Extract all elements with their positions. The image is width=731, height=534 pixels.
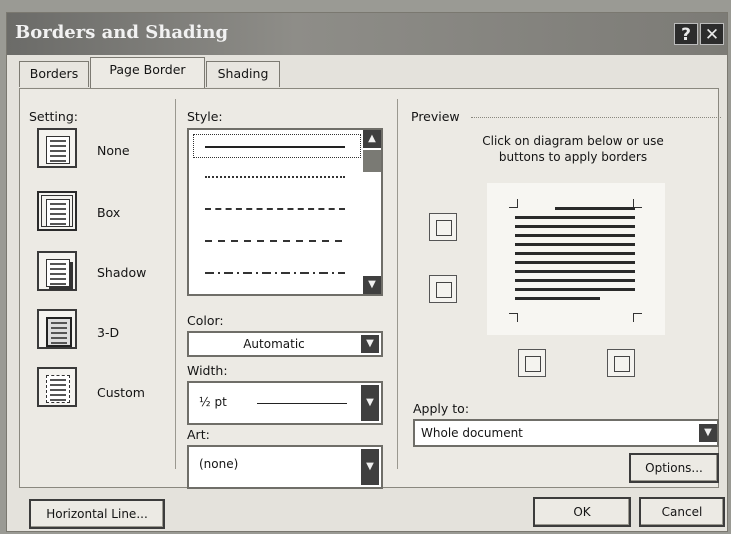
cancel-button[interactable]: Cancel: [639, 497, 725, 527]
apply-to-value: Whole document: [421, 426, 523, 440]
horizontal-line-button[interactable]: Horizontal Line...: [29, 499, 165, 529]
style-dash-dot[interactable]: [205, 272, 345, 274]
width-value: ½ pt: [199, 395, 227, 409]
chevron-down-icon[interactable]: ▼: [699, 424, 717, 442]
options-button[interactable]: Options...: [629, 453, 719, 483]
bottom-border-button[interactable]: [429, 275, 457, 303]
style-dashed-dense[interactable]: [205, 208, 345, 210]
width-dropdown[interactable]: ½ pt ▼: [187, 381, 383, 425]
chevron-down-icon[interactable]: ▼: [361, 449, 379, 485]
setting-custom-label[interactable]: Custom: [97, 385, 145, 400]
setting-label: Setting:: [29, 109, 78, 124]
setting-box-icon[interactable]: [37, 191, 77, 231]
preview-instruction: Click on diagram below or use buttons to…: [482, 134, 664, 164]
scroll-down-arrow[interactable]: ▼: [363, 276, 381, 294]
art-label: Art:: [187, 427, 210, 442]
setting-shadow-label[interactable]: Shadow: [97, 265, 146, 280]
chevron-down-icon[interactable]: ▼: [361, 385, 379, 421]
tab-page-border[interactable]: Page Border: [90, 57, 205, 89]
preview-separator: [471, 117, 721, 118]
width-sample-line: [257, 403, 347, 404]
dialog-title: Borders and Shading: [15, 22, 229, 43]
setting-3d-icon[interactable]: [37, 309, 77, 349]
help-button[interactable]: ?: [674, 23, 698, 45]
chevron-down-icon[interactable]: ▼: [361, 335, 379, 353]
preview-label: Preview: [411, 109, 460, 124]
close-button[interactable]: ✕: [700, 23, 724, 45]
art-value: (none): [199, 457, 239, 471]
column-divider: [175, 99, 176, 469]
setting-box-label[interactable]: Box: [97, 205, 120, 220]
color-value: Automatic: [243, 337, 305, 351]
apply-to-dropdown[interactable]: Whole document ▼: [413, 419, 719, 447]
color-label: Color:: [187, 313, 224, 328]
art-dropdown[interactable]: (none) ▼: [187, 445, 383, 489]
setting-shadow-icon[interactable]: [37, 251, 77, 291]
setting-none-icon[interactable]: [37, 128, 77, 168]
scroll-up-arrow[interactable]: ▲: [363, 130, 381, 148]
borders-shading-dialog: Borders and Shading ? ✕ Borders Page Bor…: [6, 12, 728, 532]
style-dashed[interactable]: [205, 240, 345, 242]
column-divider: [397, 99, 398, 469]
setting-3d-label[interactable]: 3-D: [97, 325, 119, 340]
tab-shading[interactable]: Shading: [206, 61, 280, 87]
preview-diagram[interactable]: [487, 183, 665, 335]
setting-none-label[interactable]: None: [97, 143, 130, 158]
apply-to-label: Apply to:: [413, 401, 470, 416]
style-list[interactable]: ▲ ▼: [187, 128, 383, 296]
style-dotted[interactable]: [205, 176, 345, 178]
ok-button[interactable]: OK: [533, 497, 631, 527]
tab-borders[interactable]: Borders: [19, 61, 89, 87]
top-border-button[interactable]: [429, 213, 457, 241]
left-border-button[interactable]: [518, 349, 546, 377]
setting-custom-icon[interactable]: [37, 367, 77, 407]
scroll-thumb[interactable]: [363, 150, 381, 172]
style-solid[interactable]: [205, 146, 345, 148]
color-dropdown[interactable]: Automatic ▼: [187, 331, 383, 357]
width-label: Width:: [187, 363, 228, 378]
right-border-button[interactable]: [607, 349, 635, 377]
style-label: Style:: [187, 109, 223, 124]
